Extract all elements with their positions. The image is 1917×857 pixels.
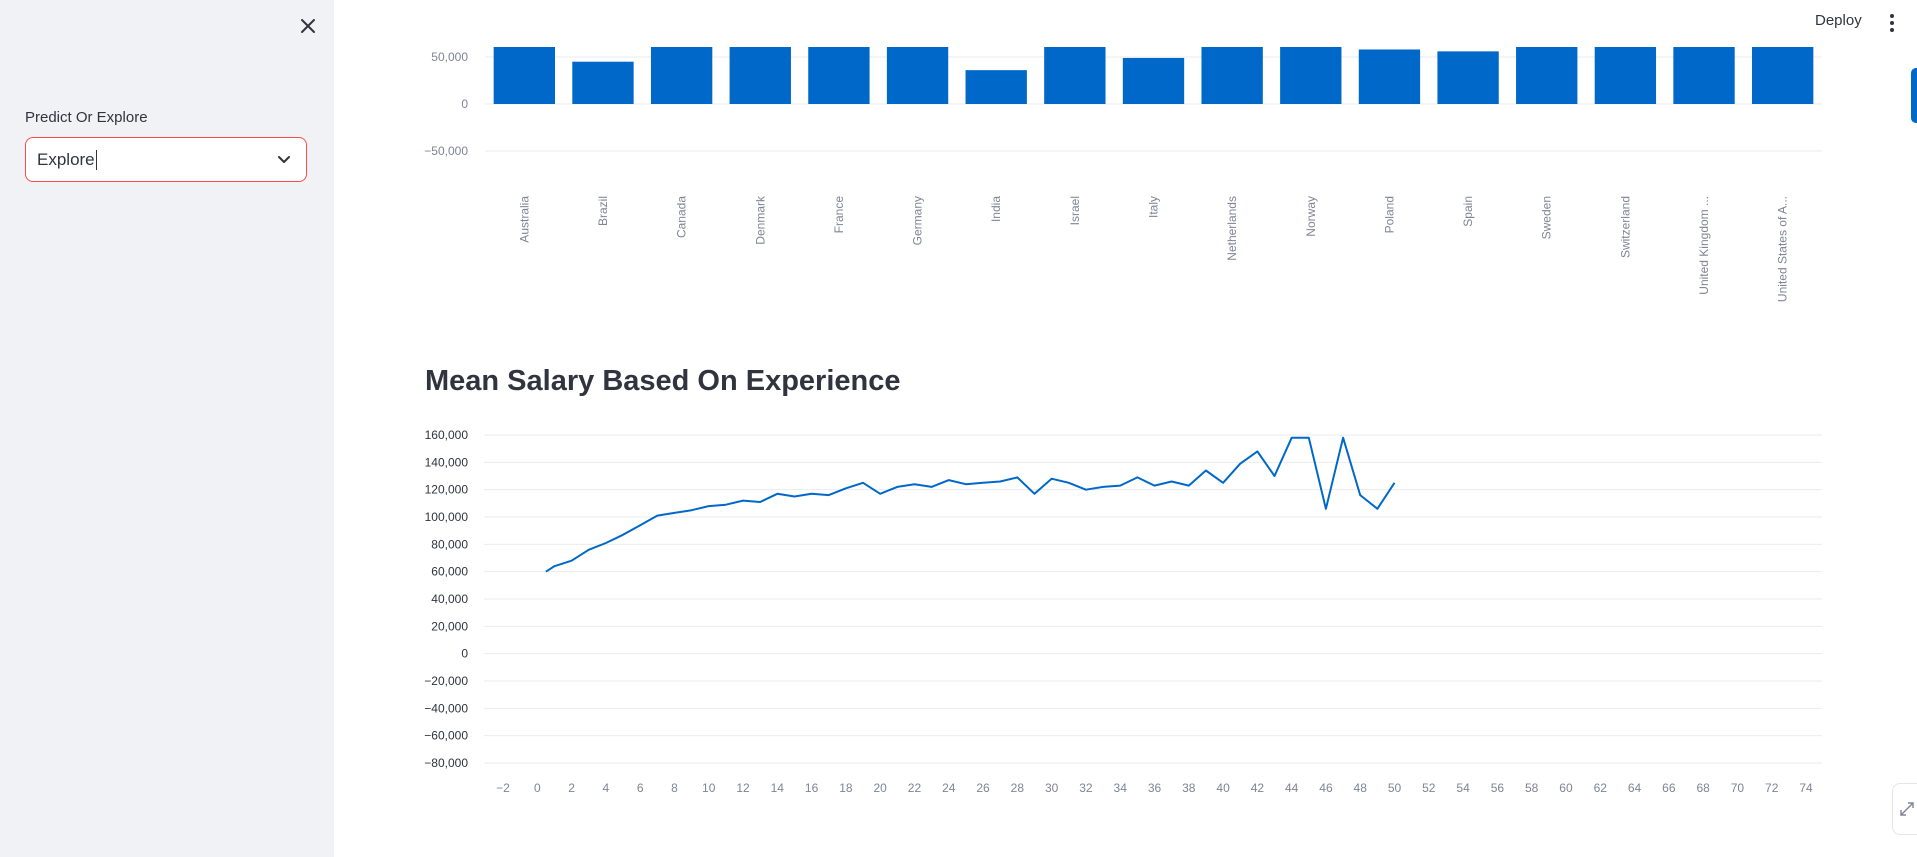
line-y-tick-label: −80,000	[424, 756, 468, 770]
line-x-tick-label: 22	[908, 781, 922, 795]
line-x-tick-label: 16	[805, 781, 819, 795]
bar-x-tick-label: France	[832, 196, 846, 234]
bar-x-tick-label: United Kingdom ...	[1697, 196, 1711, 295]
bar-y-tick-label: 50,000	[431, 50, 468, 64]
bar	[1516, 47, 1578, 104]
bar	[1673, 47, 1735, 104]
chart-expand-button[interactable]	[1892, 783, 1917, 835]
line-x-tick-label: 26	[976, 781, 990, 795]
expand-icon	[1900, 802, 1914, 816]
experience-salary-line-chart: 160,000 140,000 120,000 100,000 80,000 60,000…	[424, 428, 1822, 795]
line-x-tick-label: 42	[1251, 781, 1265, 795]
bar-y-tick-label: 0	[461, 97, 468, 111]
line-x-tick-label: 6	[637, 781, 644, 795]
line-x-tick-label: 18	[839, 781, 853, 795]
bar	[729, 47, 791, 104]
bar-x-tick-label: Poland	[1382, 196, 1396, 233]
line-x-tick-label: 12	[736, 781, 750, 795]
line-x-tick-label: −2	[496, 781, 510, 795]
line-x-tick-label: 34	[1114, 781, 1128, 795]
line-x-tick-label: 68	[1696, 781, 1710, 795]
line-x-tick-label: 8	[671, 781, 678, 795]
bar-x-tick-label: Denmark	[753, 195, 767, 245]
line-y-tick-label: −40,000	[424, 701, 468, 715]
bar	[650, 47, 713, 104]
line-y-tick-label: 0	[461, 647, 468, 661]
line-x-tick-label: 58	[1525, 781, 1539, 795]
line-y-tick-label: −60,000	[424, 729, 468, 743]
line-x-tick-label: 46	[1319, 781, 1333, 795]
line-x-tick-label: 20	[874, 781, 888, 795]
bar	[1122, 57, 1185, 104]
bar-x-tick-label: Switzerland	[1618, 196, 1632, 258]
line-y-tick-label: 100,000	[425, 510, 469, 524]
line-x-tick-label: 64	[1628, 781, 1642, 795]
bar-x-tick-label: Netherlands	[1225, 196, 1239, 261]
line-x-tick-label: 0	[534, 781, 541, 795]
bar-x-tick-label: Brazil	[596, 196, 610, 226]
bar-x-tick-label: Norway	[1304, 196, 1318, 237]
app-root: Predict Or Explore Explore Deploy 50,000…	[0, 0, 1917, 857]
bar	[493, 47, 555, 104]
bar-x-tick-label: Italy	[1147, 196, 1161, 218]
line-x-tick-label: 44	[1285, 781, 1299, 795]
bar-x-tick-label: Spain	[1461, 196, 1475, 227]
line-x-tick-label: 56	[1491, 781, 1505, 795]
bar	[1594, 47, 1657, 104]
bar-y-tick-label: −50,000	[424, 144, 468, 158]
line-x-tick-label: 54	[1456, 781, 1470, 795]
line-x-tick-label: 28	[1011, 781, 1025, 795]
bar	[1280, 47, 1342, 104]
bar-x-tick-label: Israel	[1068, 196, 1082, 225]
line-x-tick-label: 74	[1799, 781, 1813, 795]
line-x-tick-label: 24	[942, 781, 956, 795]
line-x-tick-label: 2	[568, 781, 575, 795]
line-y-tick-label: 160,000	[425, 428, 469, 442]
line-y-tick-label: 140,000	[425, 455, 469, 469]
line-x-tick-label: 62	[1594, 781, 1608, 795]
bar-x-tick-label: Australia	[517, 196, 531, 243]
line-x-tick-label: 60	[1559, 781, 1573, 795]
line-x-tick-label: 32	[1079, 781, 1093, 795]
bar-x-tick-label: Sweden	[1540, 196, 1554, 239]
line-x-tick-label: 70	[1731, 781, 1745, 795]
mean-salary-line	[545, 436, 1396, 573]
bar	[1358, 49, 1421, 104]
line-y-tick-label: −20,000	[424, 674, 468, 688]
line-x-tick-label: 48	[1354, 781, 1368, 795]
bar	[1201, 47, 1263, 104]
bar	[1044, 47, 1106, 104]
line-y-tick-label: 80,000	[431, 537, 468, 551]
bar-x-tick-label: India	[989, 196, 1003, 222]
bar-x-tick-label: Canada	[675, 196, 689, 238]
bar	[808, 47, 870, 104]
line-x-tick-label: 52	[1422, 781, 1436, 795]
line-x-tick-label: 36	[1148, 781, 1162, 795]
line-y-tick-label: 120,000	[425, 483, 469, 497]
line-x-tick-label: 40	[1216, 781, 1230, 795]
bar	[572, 61, 634, 104]
country-salary-bar-chart: 50,000 0 −50,000 Australia Brazil Canada Denma…	[424, 47, 1822, 302]
line-x-tick-label: 14	[771, 781, 785, 795]
line-x-tick-label: 38	[1182, 781, 1196, 795]
line-x-tick-label: 66	[1662, 781, 1676, 795]
bar-x-tick-label: Germany	[911, 196, 925, 245]
line-y-tick-label: 40,000	[431, 592, 468, 606]
line-y-tick-label: 60,000	[431, 565, 468, 579]
line-x-tick-label: 72	[1765, 781, 1779, 795]
bar	[1437, 51, 1499, 104]
line-x-tick-label: 10	[702, 781, 716, 795]
bar	[965, 70, 1027, 104]
line-x-tick-label: 50	[1388, 781, 1402, 795]
section-title: Mean Salary Based On Experience	[425, 365, 901, 397]
line-x-tick-label: 4	[603, 781, 610, 795]
bar	[886, 47, 949, 104]
bar	[1752, 47, 1814, 104]
bar-x-tick-label: United States of A...	[1776, 196, 1790, 302]
line-x-tick-label: 30	[1045, 781, 1059, 795]
line-y-tick-label: 20,000	[431, 619, 468, 633]
